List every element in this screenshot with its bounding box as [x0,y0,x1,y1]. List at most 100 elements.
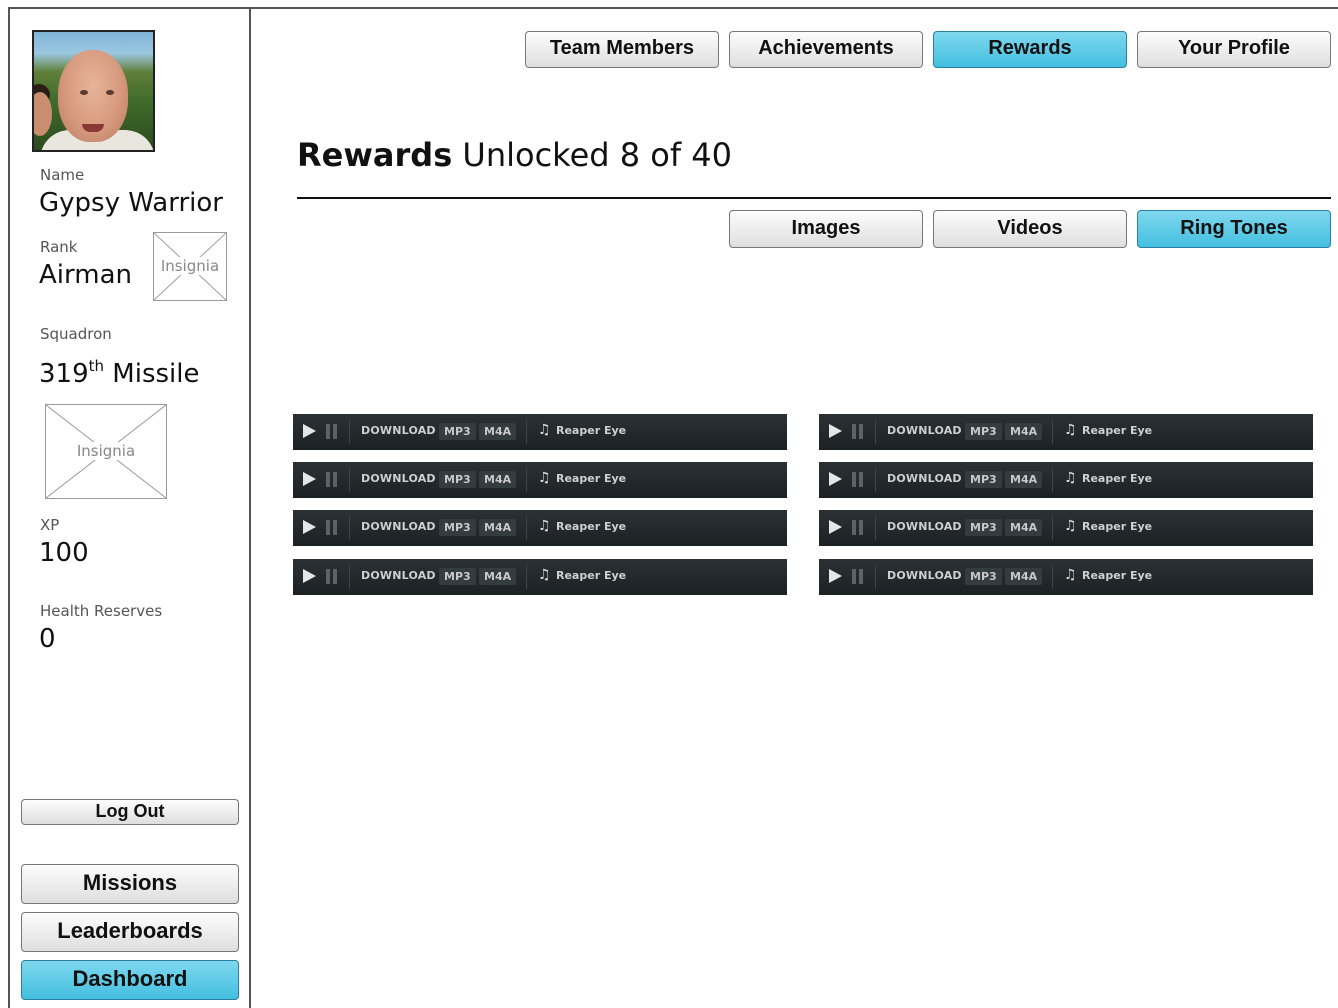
pause-icon[interactable] [852,520,864,535]
ringtone-title: Reaper Eye [1082,520,1153,533]
ringtone-title: Reaper Eye [556,472,627,485]
xp-value: 100 [39,538,89,568]
player-separator [875,565,876,589]
player-separator [349,420,350,444]
download-label: DOWNLOAD [887,520,962,533]
tab-achievements[interactable]: Achievements [729,31,923,68]
xp-label: XP [40,516,60,534]
download-label: DOWNLOAD [361,424,436,437]
m4a-download-link[interactable]: M4A [1005,519,1043,536]
download-label: DOWNLOAD [887,472,962,485]
ringtone-title: Reaper Eye [1082,424,1153,437]
name-value: Gypsy Warrior [39,188,223,218]
download-label: DOWNLOAD [361,472,436,485]
m4a-download-link[interactable]: M4A [1005,423,1043,440]
squadron-value: 319th Missile [39,357,200,389]
download-label: DOWNLOAD [887,424,962,437]
name-label: Name [40,166,85,184]
squadron-suffix: th [88,357,105,375]
mp3-download-link[interactable]: MP3 [439,519,476,536]
ringtone-title: Reaper Eye [1082,569,1153,582]
mp3-download-link[interactable]: MP3 [965,568,1002,585]
tab-your-profile[interactable]: Your Profile [1137,31,1331,68]
player-separator [526,420,527,444]
ringtone-title: Reaper Eye [1082,472,1153,485]
pause-icon[interactable] [326,520,338,535]
tab-rewards[interactable]: Rewards [933,31,1127,68]
music-note-icon: ♫ [1064,567,1077,583]
music-note-icon: ♫ [538,470,551,486]
tab-team-members[interactable]: Team Members [525,31,719,68]
leaderboards-button[interactable]: Leaderboards [21,912,239,952]
page-title: Rewards Unlocked 8 of 40 [297,136,732,174]
play-icon[interactable] [303,520,316,534]
play-icon[interactable] [829,424,842,438]
logout-button[interactable]: Log Out [21,799,239,825]
player-separator [1052,468,1053,492]
download-label: DOWNLOAD [361,569,436,582]
pause-icon[interactable] [326,424,338,439]
mp3-download-link[interactable]: MP3 [439,471,476,488]
frame-left-border [8,7,10,1008]
ringtone-player: DOWNLOAD MP3 M4A ♫ Reaper Eye [293,559,787,595]
rank-label: Rank [40,238,78,256]
player-separator [1052,565,1053,589]
m4a-download-link[interactable]: M4A [1005,568,1043,585]
pause-icon[interactable] [852,569,864,584]
ringtone-title: Reaper Eye [556,424,627,437]
mp3-download-link[interactable]: MP3 [439,423,476,440]
m4a-download-link[interactable]: M4A [479,519,517,536]
download-label: DOWNLOAD [887,569,962,582]
sidebar-divider [249,7,251,1008]
player-separator [349,565,350,589]
music-note-icon: ♫ [538,567,551,583]
ringtone-player: DOWNLOAD MP3 M4A ♫ Reaper Eye [293,462,787,498]
mp3-download-link[interactable]: MP3 [965,471,1002,488]
mp3-download-link[interactable]: MP3 [439,568,476,585]
rank-value: Airman [39,260,132,290]
rank-insignia-placeholder: Insignia [153,232,227,301]
mp3-download-link[interactable]: MP3 [965,519,1002,536]
m4a-download-link[interactable]: M4A [479,423,517,440]
page-title-rest: Unlocked 8 of 40 [452,136,732,174]
play-icon[interactable] [829,472,842,486]
m4a-download-link[interactable]: M4A [479,471,517,488]
music-note-icon: ♫ [1064,518,1077,534]
squadron-number: 319 [39,359,89,389]
dashboard-button[interactable]: Dashboard [21,960,239,1000]
player-separator [526,516,527,540]
player-separator [526,468,527,492]
ringtone-title: Reaper Eye [556,569,627,582]
play-icon[interactable] [829,520,842,534]
squadron-name: Missile [112,359,200,389]
music-note-icon: ♫ [1064,422,1077,438]
play-icon[interactable] [303,472,316,486]
tab-images[interactable]: Images [729,210,923,248]
pause-icon[interactable] [852,472,864,487]
music-note-icon: ♫ [1064,470,1077,486]
avatar [32,30,155,152]
tab-ring-tones[interactable]: Ring Tones [1137,210,1331,248]
play-icon[interactable] [303,569,316,583]
ringtone-title: Reaper Eye [556,520,627,533]
m4a-download-link[interactable]: M4A [1005,471,1043,488]
ringtone-player: DOWNLOAD MP3 M4A ♫ Reaper Eye [819,559,1313,595]
music-note-icon: ♫ [538,422,551,438]
squadron-insignia-placeholder: Insignia [45,404,167,499]
pause-icon[interactable] [326,472,338,487]
missions-button[interactable]: Missions [21,864,239,904]
m4a-download-link[interactable]: M4A [479,568,517,585]
music-note-icon: ♫ [538,518,551,534]
ringtone-player: DOWNLOAD MP3 M4A ♫ Reaper Eye [819,414,1313,450]
mp3-download-link[interactable]: MP3 [965,423,1002,440]
tab-videos[interactable]: Videos [933,210,1127,248]
play-icon[interactable] [829,569,842,583]
rank-insignia-label: Insignia [154,257,226,275]
player-separator [1052,516,1053,540]
pause-icon[interactable] [326,569,338,584]
page-title-bold: Rewards [297,136,453,174]
player-separator [1052,420,1053,444]
squadron-label: Squadron [40,325,112,343]
pause-icon[interactable] [852,424,864,439]
play-icon[interactable] [303,424,316,438]
